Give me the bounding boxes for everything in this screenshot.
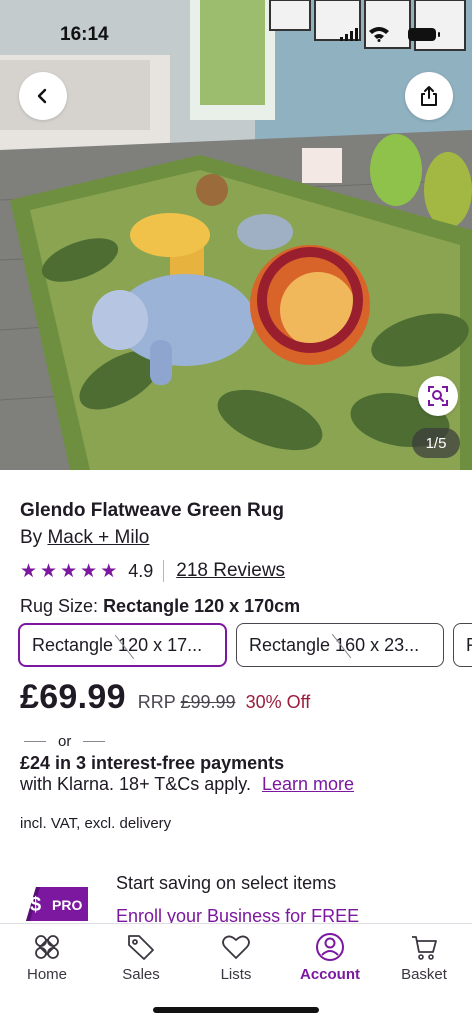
- rating-score: 4.9: [128, 560, 154, 581]
- visual-search-icon: [428, 386, 448, 406]
- basket-icon: [412, 936, 437, 960]
- pro-promo-title: Start saving on select items: [116, 873, 337, 893]
- star-icon: ★: [100, 560, 118, 582]
- klarna-headline: £24 in 3 interest-free payments: [20, 753, 285, 773]
- size-label-prefix: Rug Size:: [20, 596, 99, 616]
- star-icon: ★: [60, 560, 78, 582]
- price-row: £69.99 RRP £99.99 30% Off: [20, 678, 310, 722]
- size-option-label: R: [466, 635, 472, 656]
- brand-link[interactable]: Mack + Milo: [47, 527, 149, 548]
- image-counter: 1/5: [412, 428, 460, 458]
- or-divider: or: [24, 732, 106, 750]
- home-indicator[interactable]: [153, 1007, 319, 1013]
- tab-account[interactable]: Account: [290, 932, 370, 983]
- star-icon: ★: [40, 560, 58, 582]
- divider-line: [83, 740, 106, 742]
- size-option[interactable]: R: [453, 623, 472, 667]
- status-bar: 16:14: [0, 22, 472, 50]
- size-option-selected[interactable]: Rectangle 120 x 17...: [18, 623, 227, 667]
- price: £69.99: [20, 678, 126, 716]
- vat-note: incl. VAT, excl. delivery: [20, 815, 172, 832]
- rrp-label: RRP: [137, 692, 176, 712]
- star-icon: ★: [20, 560, 38, 582]
- chevron-left-icon: [37, 88, 47, 104]
- tab-lists[interactable]: Lists: [196, 932, 276, 983]
- status-time: 16:14: [60, 24, 109, 45]
- pro-badge-symbol: $: [30, 894, 41, 916]
- size-options: Rectangle 120 x 17... Rectangle 160 x 23…: [18, 623, 472, 667]
- rating-row: ★ ★ ★ ★ ★ 4.9 218 Reviews: [20, 559, 285, 583]
- divider-line: [24, 740, 46, 742]
- pro-badge-text: PRO: [52, 897, 82, 913]
- rug-photo: [0, 0, 472, 470]
- tab-basket[interactable]: Basket: [384, 932, 464, 983]
- brand-prefix: By: [20, 527, 43, 548]
- klarna-terms: with Klarna. 18+ T&Cs apply.: [20, 774, 251, 794]
- size-option[interactable]: Rectangle 160 x 23...: [236, 623, 444, 667]
- tab-label: Sales: [122, 966, 160, 983]
- size-label: Rug Size: Rectangle 120 x 170cm: [20, 596, 300, 617]
- tab-label: Account: [300, 966, 360, 983]
- reviews-link[interactable]: 218 Reviews: [176, 560, 285, 582]
- wifi-icon: [369, 27, 389, 42]
- share-icon: [421, 86, 437, 106]
- back-button[interactable]: [19, 72, 67, 120]
- heart-icon: [222, 935, 250, 959]
- star-icon: ★: [80, 560, 98, 582]
- star-rating: ★ ★ ★ ★ ★: [20, 562, 117, 581]
- battery-icon: [408, 28, 440, 41]
- product-title: Glendo Flatweave Green Rug: [20, 500, 284, 521]
- rrp-value: £99.99: [180, 692, 236, 712]
- tab-label: Basket: [401, 966, 447, 983]
- discount-badge: 30% Off: [245, 692, 311, 712]
- tab-sales[interactable]: Sales: [101, 932, 181, 983]
- selected-size: Rectangle 120 x 170cm: [103, 596, 301, 616]
- pro-badge-icon: $ PRO: [26, 887, 88, 921]
- product-image[interactable]: 16:14 1/5: [0, 0, 472, 470]
- visual-search-button[interactable]: [418, 376, 458, 416]
- product-brand: By Mack + Milo: [20, 527, 149, 549]
- tab-home[interactable]: Home: [7, 932, 87, 983]
- klarna-details: with Klarna. 18+ T&Cs apply. Learn more: [20, 774, 354, 795]
- tag-icon: [128, 935, 154, 960]
- tab-label: Home: [26, 966, 67, 983]
- account-icon: [316, 933, 344, 961]
- rrp: RRP £99.99: [138, 692, 236, 713]
- home-icon: [35, 935, 59, 959]
- divider: [163, 560, 165, 582]
- tab-label: Lists: [220, 966, 252, 983]
- or-text: or: [58, 732, 72, 750]
- share-button[interactable]: [405, 72, 453, 120]
- signal-icon: [340, 28, 358, 41]
- learn-more-link[interactable]: Learn more: [262, 774, 354, 794]
